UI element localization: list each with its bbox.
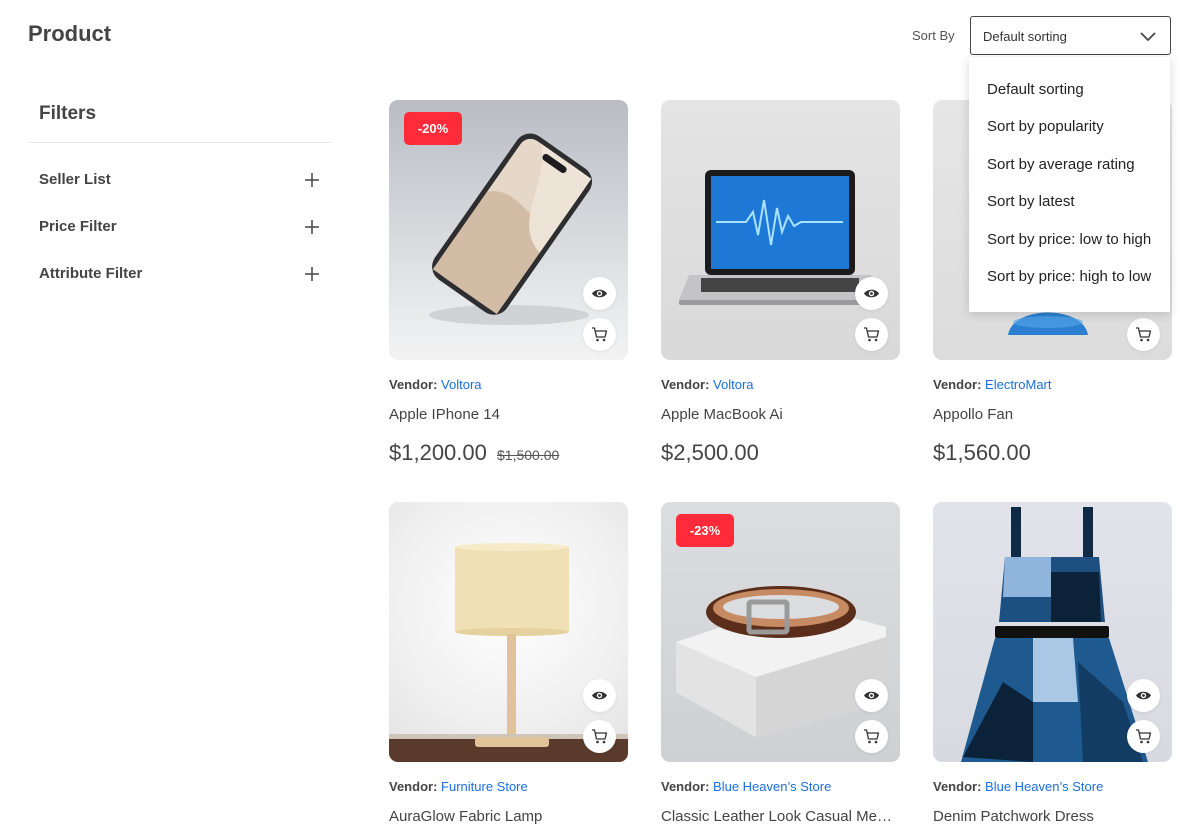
product-name[interactable]: Apple MacBook Ai [661, 406, 900, 423]
old-price: $1,500.00 [497, 447, 560, 463]
sort-option-price-asc[interactable]: Sort by price: low to high [987, 231, 1151, 248]
cart-icon [864, 729, 880, 744]
quick-view-button[interactable] [855, 277, 888, 310]
product-image[interactable]: -23% [661, 502, 900, 762]
product-name[interactable]: Apple IPhone 14 [389, 406, 628, 423]
filter-label: Seller List [39, 171, 111, 188]
vendor-line: Vendor: Voltora [661, 377, 754, 392]
sort-selected-value: Default sorting [983, 29, 1067, 44]
product-image[interactable] [933, 502, 1172, 762]
product-image[interactable] [661, 100, 900, 360]
vendor-line: Vendor: Blue Heaven’s Store [933, 779, 1103, 794]
cart-icon [1136, 327, 1152, 342]
vendor-label: Vendor: [389, 779, 438, 794]
cart-icon [864, 327, 880, 342]
vendor-link[interactable]: Blue Heaven’s Store [985, 779, 1103, 794]
filters-divider [28, 142, 332, 143]
filter-price[interactable]: Price Filter [28, 212, 332, 242]
current-price: $2,500.00 [661, 440, 759, 465]
product-name[interactable]: AuraGlow Fabric Lamp [389, 808, 628, 825]
add-to-cart-button[interactable] [583, 720, 616, 753]
page-title: Product [28, 21, 112, 46]
vendor-link[interactable]: Furniture Store [441, 779, 528, 794]
product-name[interactable]: Denim Patchwork Dress [933, 808, 1172, 825]
add-to-cart-button[interactable] [855, 318, 888, 351]
product-price: $1,200.00 $1,500.00 [389, 440, 559, 466]
plus-icon [305, 173, 319, 187]
vendor-label: Vendor: [661, 779, 710, 794]
sort-label: Sort By [912, 28, 955, 43]
current-price: $1,200.00 [389, 440, 487, 465]
eye-icon [592, 691, 607, 700]
eye-icon [864, 691, 879, 700]
filters-title: Filters [39, 103, 97, 124]
sort-option-default[interactable]: Default sorting [987, 81, 1084, 98]
cart-icon [592, 327, 608, 342]
vendor-line: Vendor: Voltora [389, 377, 482, 392]
cart-icon [1136, 729, 1152, 744]
sort-dropdown-menu: Default sorting Sort by popularity Sort … [969, 57, 1170, 312]
eye-icon [592, 289, 607, 298]
plus-icon [305, 220, 319, 234]
vendor-link[interactable]: ElectroMart [985, 377, 1051, 392]
plus-icon [305, 267, 319, 281]
sort-select[interactable]: Default sorting [970, 16, 1171, 55]
product-name[interactable]: Classic Leather Look Casual Men’s Belt [661, 808, 900, 825]
quick-view-button[interactable] [855, 679, 888, 712]
vendor-line: Vendor: ElectroMart [933, 377, 1052, 392]
vendor-link[interactable]: Voltora [441, 377, 481, 392]
product-price: $2,500.00 [661, 440, 759, 466]
vendor-line: Vendor: Furniture Store [389, 779, 528, 794]
vendor-link[interactable]: Blue Heaven’s Store [713, 779, 831, 794]
sort-option-rating[interactable]: Sort by average rating [987, 156, 1135, 173]
sort-option-popularity[interactable]: Sort by popularity [987, 118, 1104, 135]
vendor-link[interactable]: Voltora [713, 377, 753, 392]
product-image[interactable]: -20% [389, 100, 628, 360]
vendor-line: Vendor: Blue Heaven’s Store [661, 779, 831, 794]
filter-seller-list[interactable]: Seller List [28, 165, 332, 195]
filter-label: Attribute Filter [39, 265, 143, 282]
vendor-label: Vendor: [933, 377, 982, 392]
eye-icon [864, 289, 879, 298]
product-price: $1,560.00 [933, 440, 1031, 466]
add-to-cart-button[interactable] [855, 720, 888, 753]
cart-icon [592, 729, 608, 744]
add-to-cart-button[interactable] [583, 318, 616, 351]
quick-view-button[interactable] [583, 277, 616, 310]
current-price: $1,560.00 [933, 440, 1031, 465]
quick-view-button[interactable] [583, 679, 616, 712]
discount-badge: -23% [676, 514, 734, 547]
add-to-cart-button[interactable] [1127, 720, 1160, 753]
sort-option-latest[interactable]: Sort by latest [987, 193, 1075, 210]
quick-view-button[interactable] [1127, 679, 1160, 712]
vendor-label: Vendor: [661, 377, 710, 392]
filter-attribute[interactable]: Attribute Filter [28, 259, 332, 289]
vendor-label: Vendor: [933, 779, 982, 794]
vendor-label: Vendor: [389, 377, 438, 392]
sort-option-price-desc[interactable]: Sort by price: high to low [987, 268, 1151, 285]
product-name[interactable]: Appollo Fan [933, 406, 1172, 423]
product-image[interactable] [389, 502, 628, 762]
chevron-down-icon [1140, 32, 1156, 42]
discount-badge: -20% [404, 112, 462, 145]
add-to-cart-button[interactable] [1127, 318, 1160, 351]
eye-icon [1136, 691, 1151, 700]
filter-label: Price Filter [39, 218, 117, 235]
